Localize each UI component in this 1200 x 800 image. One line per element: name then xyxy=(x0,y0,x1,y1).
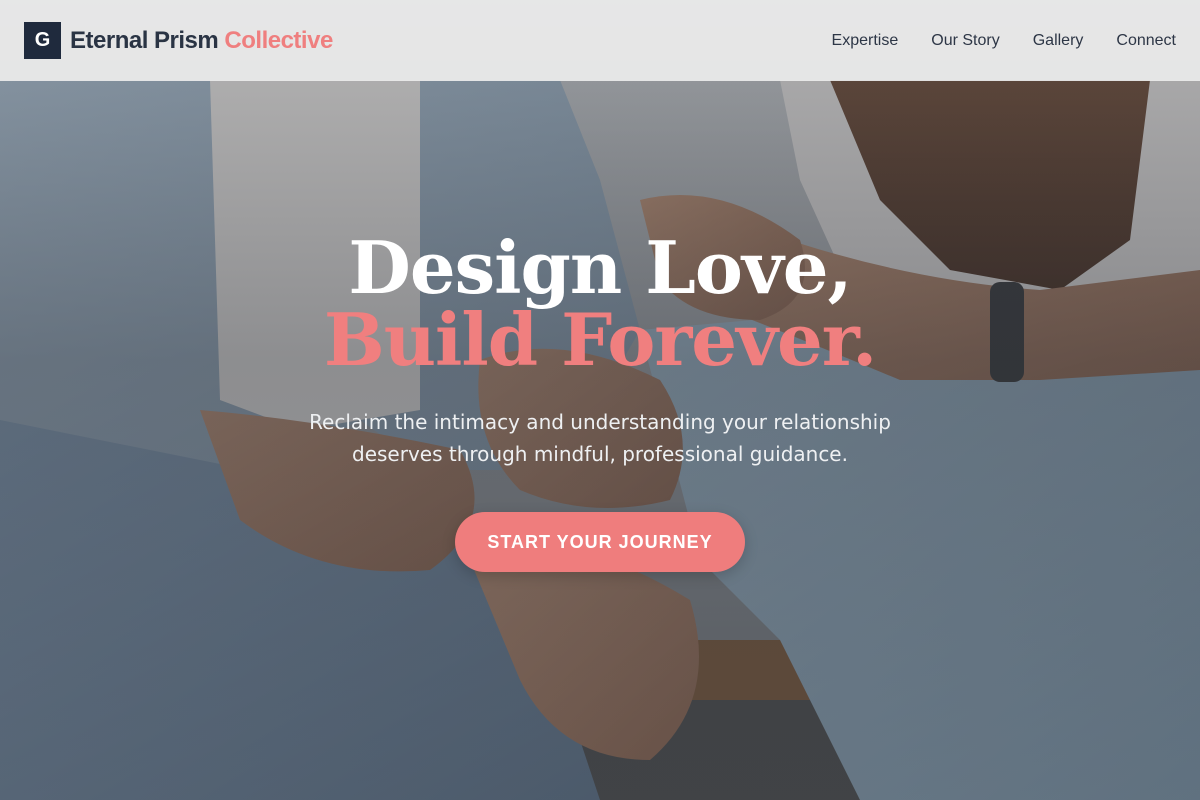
nav-link-our-story[interactable]: Our Story xyxy=(931,32,999,50)
hero-headline-line2: Build Forever. xyxy=(323,297,877,382)
main-nav: Expertise Our Story Gallery Connect xyxy=(832,32,1176,50)
hero-headline-line1: Design Love, xyxy=(348,225,852,310)
brand-name-primary: Eternal Prism xyxy=(70,26,219,54)
brand-mark: G xyxy=(24,22,61,59)
hero-headline: Design Love, Build Forever. xyxy=(0,232,1200,376)
landing-page: G Eternal Prism Collective Expertise Our… xyxy=(0,0,1200,800)
brand-logo-link[interactable]: G Eternal Prism Collective xyxy=(24,22,333,59)
brand-name: Eternal Prism Collective xyxy=(70,27,333,55)
site-header: G Eternal Prism Collective Expertise Our… xyxy=(0,0,1200,81)
brand-name-accent: Collective xyxy=(224,26,333,54)
hero-section: Design Love, Build Forever. Reclaim the … xyxy=(0,232,1200,572)
nav-link-connect[interactable]: Connect xyxy=(1116,32,1176,50)
nav-link-expertise[interactable]: Expertise xyxy=(832,32,899,50)
hero-subtext: Reclaim the intimacy and understanding y… xyxy=(309,410,891,466)
nav-link-gallery[interactable]: Gallery xyxy=(1033,32,1084,50)
start-journey-button[interactable]: START YOUR JOURNEY xyxy=(455,512,745,572)
